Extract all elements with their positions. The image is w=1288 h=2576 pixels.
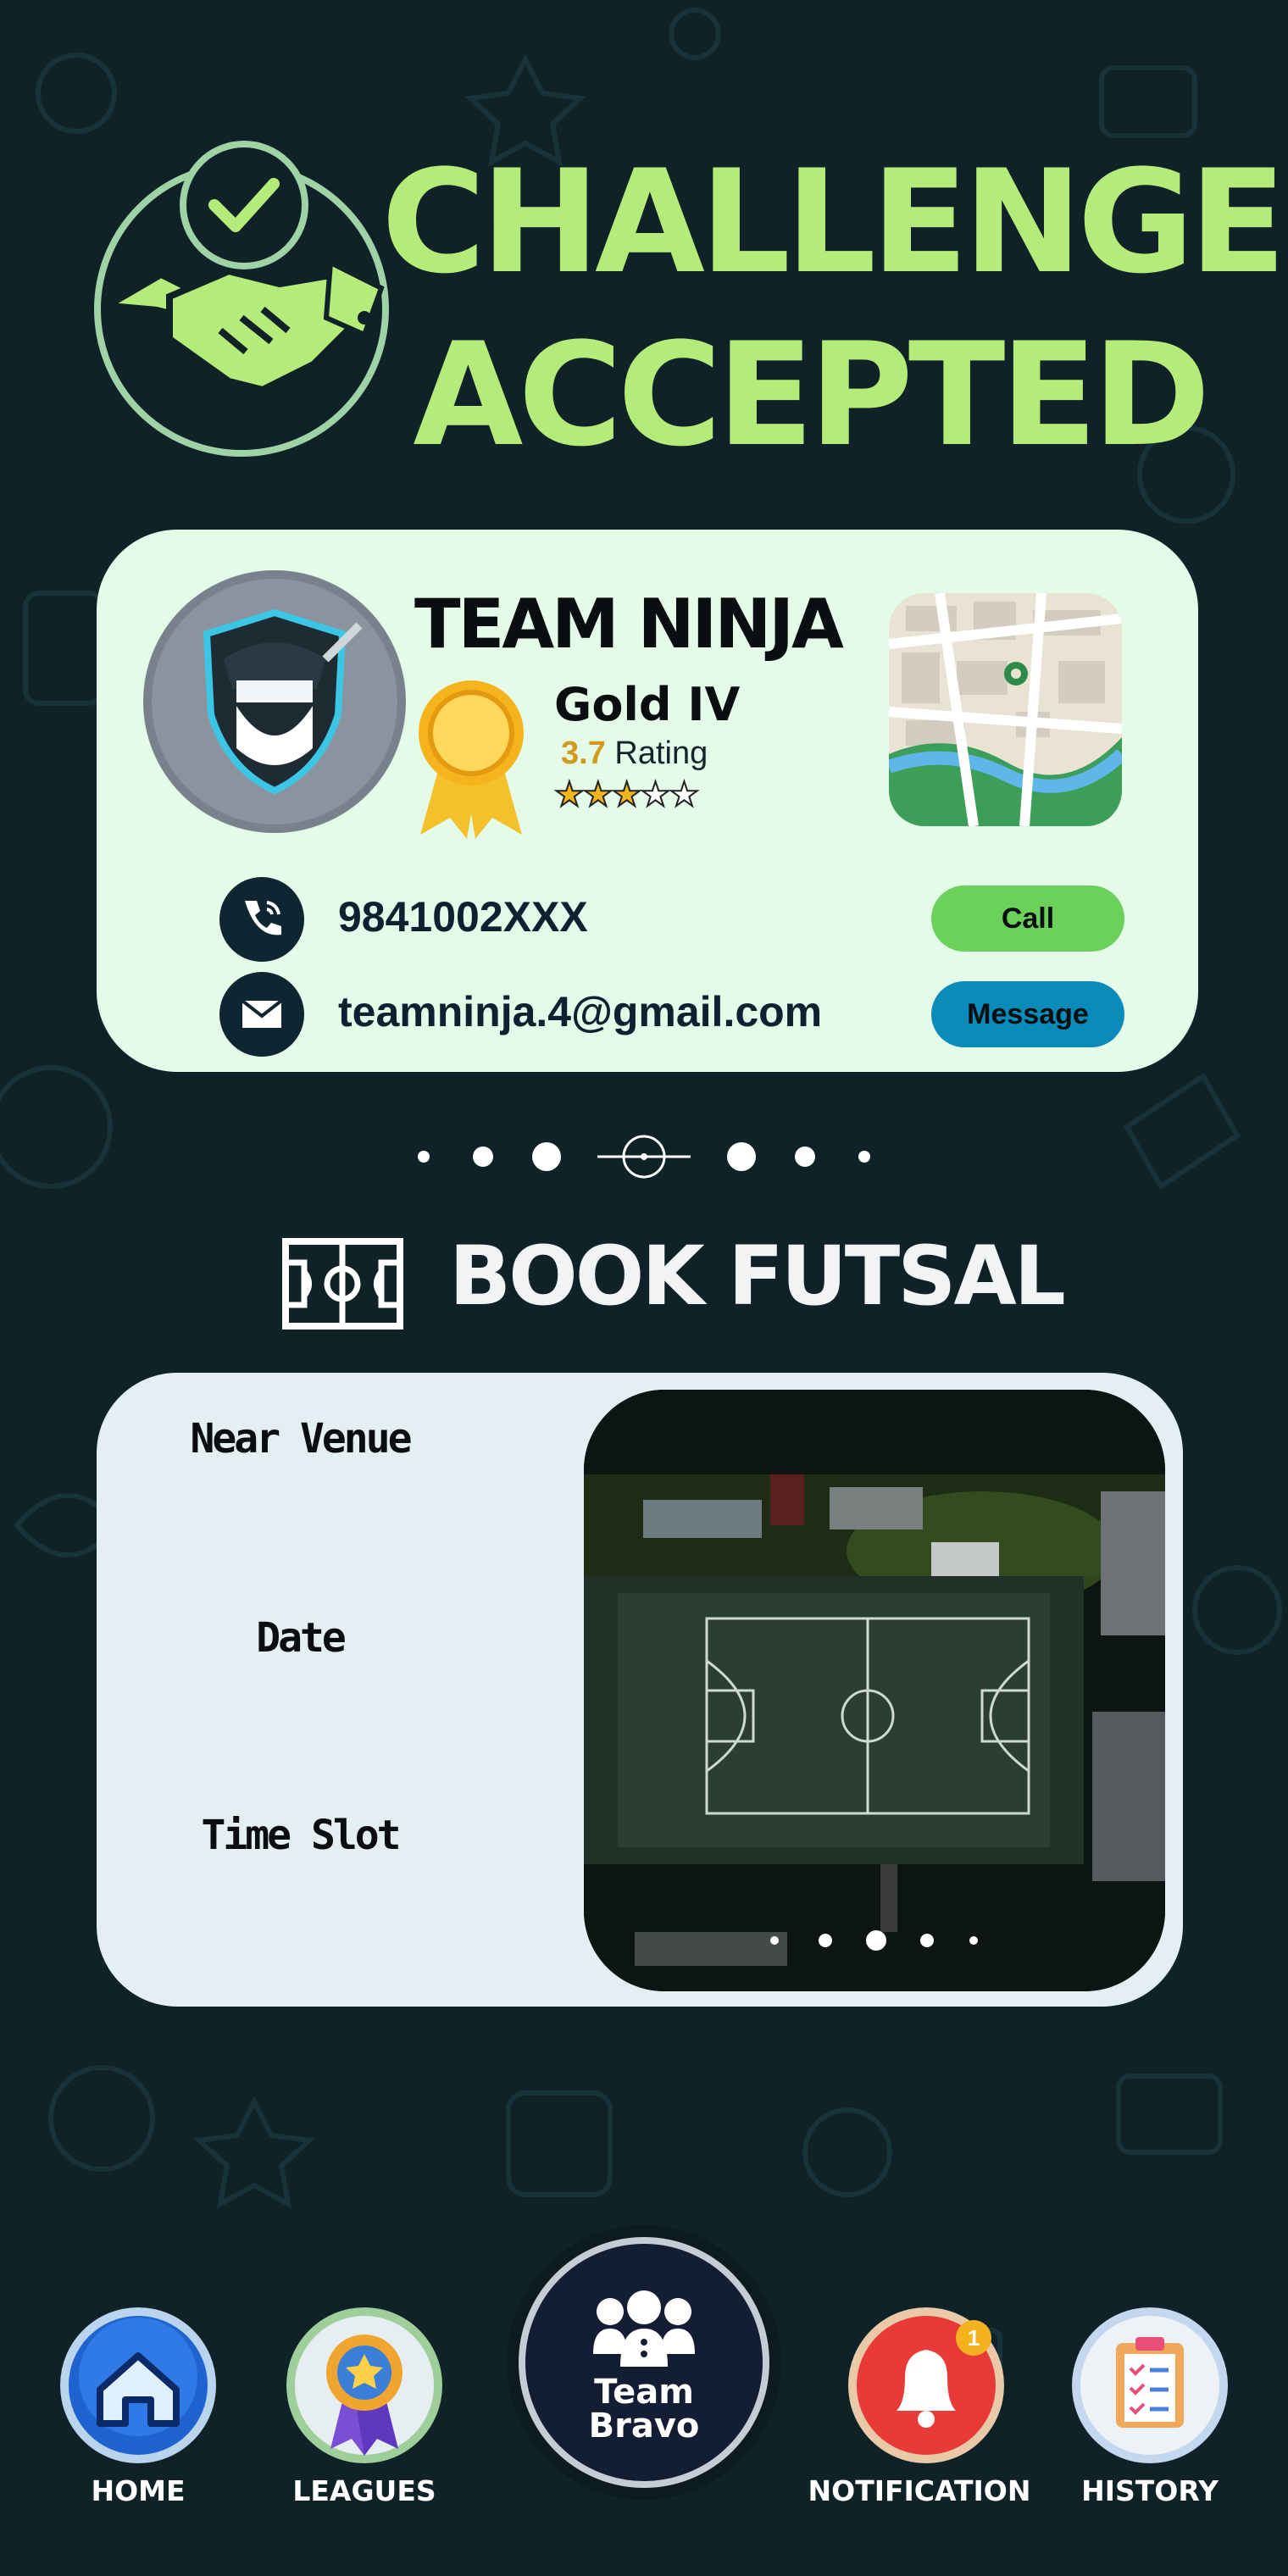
home-icon [60, 2307, 216, 2463]
book-futsal-title: BOOK FUTSAL [449, 1229, 1066, 1324]
date-field[interactable]: Date [97, 1614, 503, 1662]
star-icon: ★ [553, 775, 586, 814]
phone-icon [219, 877, 304, 962]
nav-history[interactable] [1065, 2305, 1235, 2470]
nav-home[interactable] [53, 2305, 223, 2470]
star-empty-icon: ★ [668, 775, 700, 814]
team-name: TEAM NINJA [414, 585, 844, 663]
team-tier: Gold IV [554, 678, 741, 731]
gold-medal-icon [419, 680, 524, 839]
page-title: CHALLENGE ACCEPTED [381, 136, 1286, 481]
nav-notification-label[interactable]: NOTIFICATION [792, 2474, 1046, 2507]
call-button[interactable]: Call [931, 886, 1124, 952]
time-slot-field[interactable]: Time Slot [97, 1812, 503, 1859]
half-star-icon: ★ [611, 775, 643, 814]
booking-card: Near Venue Date Time Slot [97, 1373, 1183, 2007]
leagues-badge-icon [286, 2307, 442, 2463]
team-bravo-button[interactable]: Team Bravo [519, 2237, 769, 2488]
star-rating: ★★★★★ [553, 775, 700, 814]
team-group-icon [593, 2290, 695, 2367]
map-thumbnail[interactable] [889, 593, 1122, 826]
team-phone: 9841002XXX [338, 893, 588, 941]
center-label-line-1: Team [594, 2373, 694, 2412]
team-rating: 3.7 Rating [561, 736, 708, 772]
team-card: TEAM NINJA Gold IV 3.7 Rating ★★★★★ 9841… [97, 530, 1198, 1072]
message-button[interactable]: Message [931, 981, 1124, 1047]
near-venue-field[interactable]: Near Venue [97, 1415, 503, 1463]
title-line-1: CHALLENGE [381, 139, 1286, 305]
rating-value: 3.7 [561, 736, 606, 771]
nav-leagues[interactable] [280, 2305, 449, 2470]
team-email: teamninja.4@gmail.com [338, 988, 823, 1035]
nav-history-label[interactable]: HISTORY [1023, 2474, 1277, 2507]
nav-notification[interactable]: 1 [841, 2305, 1011, 2466]
mail-icon [219, 972, 304, 1057]
center-label-line-2: Bravo [588, 2407, 700, 2446]
futsal-field-icon [282, 1238, 403, 1330]
nav-home-label[interactable]: HOME [11, 2474, 265, 2507]
handshake-check-icon [94, 141, 389, 457]
section-divider [418, 1135, 870, 1179]
ninja-logo-icon [203, 608, 363, 795]
notification-circle: 1 [846, 2305, 1007, 2466]
team-avatar[interactable] [143, 570, 406, 833]
clipboard-icon [1072, 2307, 1228, 2463]
nav-leagues-label[interactable]: LEAGUES [237, 2474, 491, 2507]
futsal-court-photo[interactable] [584, 1390, 1165, 1991]
rating-label: Rating [614, 736, 708, 771]
title-line-2: ACCEPTED [413, 312, 1210, 478]
star-icon: ★ [582, 775, 614, 814]
team-bravo-label: Team Bravo [525, 2375, 763, 2443]
star-empty-icon: ★ [640, 775, 672, 814]
notification-badge: 1 [956, 2320, 991, 2356]
